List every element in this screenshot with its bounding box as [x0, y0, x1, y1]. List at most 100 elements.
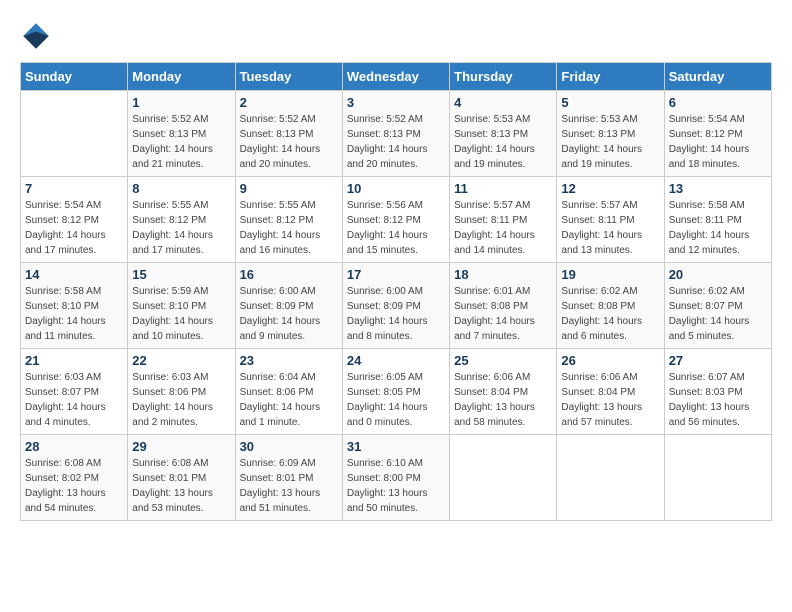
calendar-cell: 9Sunrise: 5:55 AMSunset: 8:12 PMDaylight… — [235, 177, 342, 263]
day-info: Sunrise: 6:02 AMSunset: 8:08 PMDaylight:… — [561, 284, 659, 344]
day-info: Sunrise: 5:57 AMSunset: 8:11 PMDaylight:… — [454, 198, 552, 258]
day-number: 19 — [561, 267, 659, 282]
weekday-header-tuesday: Tuesday — [235, 63, 342, 91]
calendar-cell: 19 Sunrise: 6:02 AMSunset: 8:08 PMDayligh… — [557, 263, 664, 349]
calendar-cell: 25 Sunrise: 6:06 AMSunset: 8:04 PMDayligh… — [450, 349, 557, 435]
calendar-cell: 27 Sunrise: 6:07 AMSunset: 8:03 PMDayligh… — [664, 349, 771, 435]
day-number: 21 — [25, 353, 123, 368]
day-number: 13 — [669, 181, 767, 196]
day-number: 24 — [347, 353, 445, 368]
week-row-1: 1 Sunrise: 5:52 AMSunset: 8:13 PMDaylight… — [21, 91, 772, 177]
calendar-cell: 16 Sunrise: 6:00 AMSunset: 8:09 PMDayligh… — [235, 263, 342, 349]
day-info: Sunrise: 6:00 AMSunset: 8:09 PMDaylight:… — [347, 284, 445, 344]
calendar-cell: 5Sunrise: 5:53 AMSunset: 8:13 PMDaylight… — [557, 91, 664, 177]
day-info: Sunrise: 5:58 AMSunset: 8:11 PMDaylight:… — [669, 198, 767, 258]
day-info: Sunrise: 6:07 AMSunset: 8:03 PMDaylight:… — [669, 370, 767, 430]
calendar-table: SundayMondayTuesdayWednesdayThursdayFrid… — [20, 62, 772, 521]
calendar-cell: 8 Sunrise: 5:55 AMSunset: 8:12 PMDaylight… — [128, 177, 235, 263]
calendar-cell: 3Sunrise: 5:52 AMSunset: 8:13 PMDaylight… — [342, 91, 449, 177]
day-info: Sunrise: 5:54 AMSunset: 8:12 PMDaylight:… — [25, 198, 123, 258]
calendar-cell: 15Sunrise: 5:59 AMSunset: 8:10 PMDayligh… — [128, 263, 235, 349]
day-info: Sunrise: 6:01 AMSunset: 8:08 PMDaylight:… — [454, 284, 552, 344]
calendar-cell: 18 Sunrise: 6:01 AMSunset: 8:08 PMDayligh… — [450, 263, 557, 349]
day-number: 12 — [561, 181, 659, 196]
calendar-cell: 28 Sunrise: 6:08 AMSunset: 8:02 PMDayligh… — [21, 435, 128, 521]
day-number: 10 — [347, 181, 445, 196]
calendar-cell: 14 Sunrise: 5:58 AMSunset: 8:10 PMDayligh… — [21, 263, 128, 349]
day-info: Sunrise: 5:55 AMSunset: 8:12 PMDaylight:… — [240, 198, 338, 258]
day-number: 26 — [561, 353, 659, 368]
calendar-cell: 20 Sunrise: 6:02 AMSunset: 8:07 PMDayligh… — [664, 263, 771, 349]
day-info: Sunrise: 6:05 AMSunset: 8:05 PMDaylight:… — [347, 370, 445, 430]
day-info: Sunrise: 6:03 AMSunset: 8:07 PMDaylight:… — [25, 370, 123, 430]
calendar-cell: 17 Sunrise: 6:00 AMSunset: 8:09 PMDayligh… — [342, 263, 449, 349]
day-number: 3 — [347, 95, 445, 110]
week-row-3: 14 Sunrise: 5:58 AMSunset: 8:10 PMDayligh… — [21, 263, 772, 349]
day-info: Sunrise: 6:04 AMSunset: 8:06 PMDaylight:… — [240, 370, 338, 430]
day-number: 11 — [454, 181, 552, 196]
calendar-cell: 4Sunrise: 5:53 AMSunset: 8:13 PMDaylight… — [450, 91, 557, 177]
calendar-cell: 6Sunrise: 5:54 AMSunset: 8:12 PMDaylight… — [664, 91, 771, 177]
calendar-cell: 22 Sunrise: 6:03 AMSunset: 8:06 PMDayligh… — [128, 349, 235, 435]
calendar-cell: 23 Sunrise: 6:04 AMSunset: 8:06 PMDayligh… — [235, 349, 342, 435]
calendar-cell: 21 Sunrise: 6:03 AMSunset: 8:07 PMDayligh… — [21, 349, 128, 435]
calendar-cell — [450, 435, 557, 521]
week-row-5: 28 Sunrise: 6:08 AMSunset: 8:02 PMDayligh… — [21, 435, 772, 521]
week-row-4: 21 Sunrise: 6:03 AMSunset: 8:07 PMDayligh… — [21, 349, 772, 435]
day-info: Sunrise: 5:52 AMSunset: 8:13 PMDaylight:… — [132, 112, 230, 172]
calendar-cell: 2 Sunrise: 5:52 AMSunset: 8:13 PMDaylight… — [235, 91, 342, 177]
calendar-cell: 26Sunrise: 6:06 AMSunset: 8:04 PMDayligh… — [557, 349, 664, 435]
calendar-cell — [557, 435, 664, 521]
day-number: 22 — [132, 353, 230, 368]
day-number: 14 — [25, 267, 123, 282]
day-number: 7 — [25, 181, 123, 196]
day-info: Sunrise: 6:03 AMSunset: 8:06 PMDaylight:… — [132, 370, 230, 430]
weekday-header-wednesday: Wednesday — [342, 63, 449, 91]
day-number: 8 — [132, 181, 230, 196]
weekday-header-monday: Monday — [128, 63, 235, 91]
day-number: 30 — [240, 439, 338, 454]
day-number: 2 — [240, 95, 338, 110]
weekday-header-row: SundayMondayTuesdayWednesdayThursdayFrid… — [21, 63, 772, 91]
weekday-header-saturday: Saturday — [664, 63, 771, 91]
day-number: 20 — [669, 267, 767, 282]
day-info: Sunrise: 6:08 AMSunset: 8:01 PMDaylight:… — [132, 456, 230, 516]
day-info: Sunrise: 6:00 AMSunset: 8:09 PMDaylight:… — [240, 284, 338, 344]
day-info: Sunrise: 6:02 AMSunset: 8:07 PMDaylight:… — [669, 284, 767, 344]
day-number: 23 — [240, 353, 338, 368]
calendar-cell: 1 Sunrise: 5:52 AMSunset: 8:13 PMDaylight… — [128, 91, 235, 177]
day-info: Sunrise: 5:55 AMSunset: 8:12 PMDaylight:… — [132, 198, 230, 258]
day-number: 16 — [240, 267, 338, 282]
weekday-header-sunday: Sunday — [21, 63, 128, 91]
logo-icon — [20, 20, 52, 52]
day-info: Sunrise: 6:09 AMSunset: 8:01 PMDaylight:… — [240, 456, 338, 516]
logo — [20, 20, 56, 52]
day-number: 17 — [347, 267, 445, 282]
day-number: 15 — [132, 267, 230, 282]
week-row-2: 7 Sunrise: 5:54 AMSunset: 8:12 PMDaylight… — [21, 177, 772, 263]
day-info: Sunrise: 5:57 AMSunset: 8:11 PMDaylight:… — [561, 198, 659, 258]
day-number: 25 — [454, 353, 552, 368]
calendar-cell: 10 Sunrise: 5:56 AMSunset: 8:12 PMDayligh… — [342, 177, 449, 263]
day-number: 1 — [132, 95, 230, 110]
calendar-cell — [664, 435, 771, 521]
calendar-cell: 24 Sunrise: 6:05 AMSunset: 8:05 PMDayligh… — [342, 349, 449, 435]
day-info: Sunrise: 6:06 AMSunset: 8:04 PMDaylight:… — [454, 370, 552, 430]
calendar-cell: 29 Sunrise: 6:08 AMSunset: 8:01 PMDayligh… — [128, 435, 235, 521]
day-info: Sunrise: 5:56 AMSunset: 8:12 PMDaylight:… — [347, 198, 445, 258]
day-number: 31 — [347, 439, 445, 454]
day-number: 27 — [669, 353, 767, 368]
day-info: Sunrise: 5:53 AMSunset: 8:13 PMDaylight:… — [454, 112, 552, 172]
day-number: 29 — [132, 439, 230, 454]
calendar-cell: 7 Sunrise: 5:54 AMSunset: 8:12 PMDaylight… — [21, 177, 128, 263]
day-info: Sunrise: 5:52 AMSunset: 8:13 PMDaylight:… — [240, 112, 338, 172]
day-info: Sunrise: 6:08 AMSunset: 8:02 PMDaylight:… — [25, 456, 123, 516]
calendar-cell: 12 Sunrise: 5:57 AMSunset: 8:11 PMDayligh… — [557, 177, 664, 263]
day-number: 6 — [669, 95, 767, 110]
day-number: 18 — [454, 267, 552, 282]
page-header — [20, 20, 772, 52]
day-number: 5 — [561, 95, 659, 110]
day-info: Sunrise: 5:58 AMSunset: 8:10 PMDaylight:… — [25, 284, 123, 344]
weekday-header-thursday: Thursday — [450, 63, 557, 91]
day-number: 28 — [25, 439, 123, 454]
